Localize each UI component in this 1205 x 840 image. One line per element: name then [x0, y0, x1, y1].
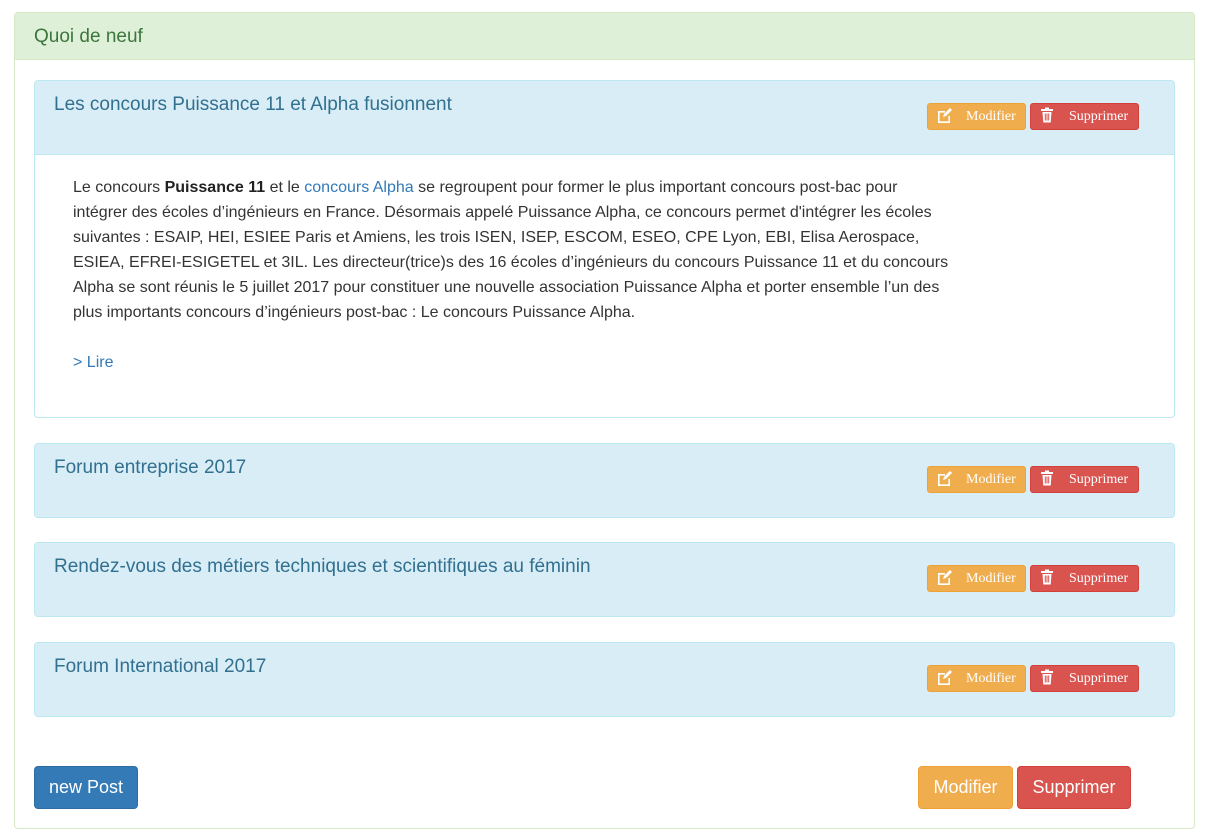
- delete-button[interactable]: Supprimer: [1017, 766, 1131, 809]
- whats-new-panel: Quoi de neuf Les concours Puissance 11 e…: [14, 12, 1195, 829]
- edit-icon: [936, 107, 952, 123]
- news-item: Forum International 2017 Modifier Suppri…: [34, 642, 1175, 717]
- trash-icon: [1039, 669, 1055, 685]
- body-text: et le: [265, 179, 305, 196]
- delete-button[interactable]: Supprimer: [1030, 565, 1139, 592]
- news-item: Les concours Puissance 11 et Alpha fusio…: [34, 80, 1175, 418]
- news-item-actions: Modifier Supprimer: [927, 103, 1139, 130]
- body-text: se regroupent pour former le plus import…: [73, 179, 949, 321]
- trash-icon: [1039, 107, 1055, 123]
- modify-button-label: Modifier: [966, 570, 1016, 586]
- news-item: Forum entreprise 2017 Modifier Supprimer: [34, 443, 1175, 518]
- modify-button[interactable]: Modifier: [918, 766, 1013, 809]
- delete-button-label: Supprimer: [1069, 108, 1129, 124]
- delete-button[interactable]: Supprimer: [1030, 103, 1139, 130]
- news-item-heading[interactable]: Rendez-vous des métiers techniques et sc…: [35, 543, 1174, 616]
- modify-button[interactable]: Modifier: [927, 103, 1026, 130]
- panel-title: Quoi de neuf: [15, 13, 1194, 60]
- delete-button-label: Supprimer: [1069, 670, 1129, 686]
- trash-icon: [1039, 470, 1055, 486]
- body-bold-text: Puissance 11: [164, 179, 266, 196]
- edit-icon: [936, 669, 952, 685]
- delete-button[interactable]: Supprimer: [1030, 665, 1139, 692]
- modify-button-label: Modifier: [966, 471, 1016, 487]
- news-item-body: Le concours Puissance 11 et le concours …: [35, 155, 987, 395]
- edit-icon: [936, 569, 952, 585]
- news-item-heading[interactable]: Les concours Puissance 11 et Alpha fusio…: [35, 81, 1174, 155]
- news-item: Rendez-vous des métiers techniques et sc…: [34, 542, 1175, 617]
- news-item-heading[interactable]: Forum entreprise 2017 Modifier Supprimer: [35, 444, 1174, 517]
- modify-button[interactable]: Modifier: [927, 466, 1026, 493]
- modify-button-label: Modifier: [966, 670, 1016, 686]
- delete-button[interactable]: Supprimer: [1030, 466, 1139, 493]
- modify-button-label: Modifier: [966, 108, 1016, 124]
- modify-button[interactable]: Modifier: [927, 565, 1026, 592]
- read-more-link[interactable]: > Lire: [73, 350, 949, 375]
- news-item-actions: Modifier Supprimer: [927, 565, 1139, 592]
- modify-button[interactable]: Modifier: [927, 665, 1026, 692]
- news-item-actions: Modifier Supprimer: [927, 665, 1139, 692]
- delete-button-label: Supprimer: [1069, 471, 1129, 487]
- body-text: Le concours: [73, 179, 165, 196]
- trash-icon: [1039, 569, 1055, 585]
- news-item-actions: Modifier Supprimer: [927, 466, 1139, 493]
- new-post-button[interactable]: new Post: [34, 766, 138, 809]
- delete-button-label: Supprimer: [1069, 570, 1129, 586]
- edit-icon: [936, 470, 952, 486]
- news-item-heading[interactable]: Forum International 2017 Modifier Suppri…: [35, 643, 1174, 716]
- concours-alpha-link[interactable]: concours Alpha: [304, 179, 413, 196]
